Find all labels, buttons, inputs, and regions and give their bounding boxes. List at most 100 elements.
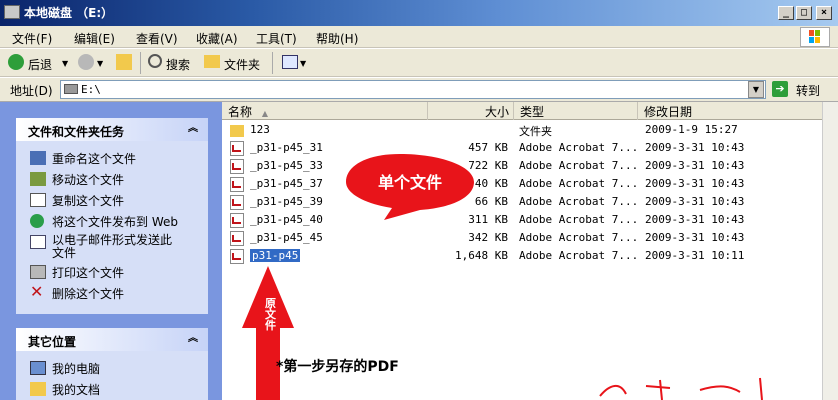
file-type: Adobe Acrobat 7...: [519, 249, 639, 262]
column-date[interactable]: 修改日期: [638, 102, 822, 120]
bubble-text: 单个文件: [378, 173, 442, 192]
menu-favorites[interactable]: 收藏(A): [196, 30, 238, 47]
pdf-file-icon: [230, 141, 244, 156]
drive-icon: [4, 5, 20, 19]
pdf-file-icon: [230, 213, 244, 228]
file-row[interactable]: _p31-p45_31 457 KB Adobe Acrobat 7... 2009-…: [222, 139, 822, 157]
file-tasks-panel: 文件和文件夹任务 ︽ 重命名这个文件 移动这个文件 复制这个文件 将这个文件发布…: [16, 118, 208, 314]
menu-help[interactable]: 帮助(H): [316, 30, 358, 47]
collapse-chevron-icon[interactable]: ︽: [186, 332, 200, 346]
file-date: 2009-1-9 15:27: [645, 123, 738, 136]
address-value: E:\: [81, 83, 101, 96]
vertical-scrollbar[interactable]: [822, 102, 838, 400]
file-name: _p31-p45_37: [250, 177, 323, 190]
place-label: 我的文档: [52, 383, 101, 397]
file-type: Adobe Acrobat 7...: [519, 177, 639, 190]
menu-bar: 文件(F) 编辑(E) 查看(V) 收藏(A) 工具(T) 帮助(H): [0, 26, 838, 48]
column-label: 名称: [228, 105, 253, 119]
task-label: 复制这个文件: [52, 194, 125, 208]
sort-ascending-icon: ▲: [261, 109, 268, 118]
task-label: 删除这个文件: [52, 287, 125, 301]
close-button[interactable]: ×: [816, 6, 832, 20]
search-button[interactable]: 搜索: [166, 56, 190, 73]
toolbar-separator: [140, 52, 141, 74]
back-button[interactable]: 后退: [28, 56, 52, 73]
other-places-header[interactable]: 其它位置 ︽: [16, 328, 208, 351]
file-tasks-header[interactable]: 文件和文件夹任务 ︽: [16, 118, 208, 141]
go-arrow-icon: ➔: [772, 81, 788, 97]
folders-button[interactable]: 文件夹: [224, 56, 260, 73]
file-row[interactable]: p31-p45 1,648 KB Adobe Acrobat 7... 2009-3-…: [222, 247, 822, 265]
file-date: 2009-3-31 10:43: [645, 159, 745, 172]
title-bar[interactable]: 本地磁盘 （E:） _ □ ×: [0, 0, 838, 26]
file-name: _p31-p45_31: [250, 141, 323, 154]
speech-bubble-annotation: 单个文件: [346, 154, 474, 220]
place-my-computer[interactable]: 我的电脑: [30, 360, 100, 377]
address-dropdown-button[interactable]: ▼: [748, 81, 764, 98]
column-name[interactable]: 名称 ▲: [222, 102, 428, 120]
file-name: _p31-p45_45: [250, 231, 323, 244]
task-pane: 文件和文件夹任务 ︽ 重命名这个文件 移动这个文件 复制这个文件 将这个文件发布…: [0, 102, 222, 400]
copy-icon: [30, 193, 46, 207]
file-row[interactable]: _p31-p45_37 40 KB Adobe Acrobat 7... 2009-3…: [222, 175, 822, 193]
windows-logo-icon: [800, 27, 830, 47]
pdf-file-icon: [230, 231, 244, 246]
task-publish-web[interactable]: 将这个文件发布到 Web: [30, 213, 178, 230]
task-move[interactable]: 移动这个文件: [30, 171, 124, 188]
globe-icon: [30, 214, 44, 228]
annotation-note: *第一步另存的PDF: [276, 359, 399, 375]
file-date: 2009-3-31 10:43: [645, 231, 745, 244]
task-label: 将这个文件发布到 Web: [52, 215, 178, 229]
file-type: Adobe Acrobat 7...: [519, 231, 639, 244]
column-type[interactable]: 类型: [514, 102, 638, 120]
printer-icon: [30, 265, 46, 279]
file-row[interactable]: 123 文件夹 2009-1-9 15:27: [222, 121, 822, 139]
column-size[interactable]: 大小: [428, 102, 514, 120]
menu-edit[interactable]: 编辑(E): [74, 30, 115, 47]
file-row[interactable]: _p31-p45_45 342 KB Adobe Acrobat 7... 2009-…: [222, 229, 822, 247]
task-delete[interactable]: ✕ 删除这个文件: [30, 282, 125, 302]
file-row[interactable]: _p31-p45_39 66 KB Adobe Acrobat 7... 2009-3…: [222, 193, 822, 211]
task-label: 移动这个文件: [52, 173, 125, 187]
task-rename[interactable]: 重命名这个文件: [30, 150, 136, 167]
file-row[interactable]: _p31-p45_40 311 KB Adobe Acrobat 7... 2009-…: [222, 211, 822, 229]
back-dropdown-icon[interactable]: ▼: [62, 59, 68, 68]
views-dropdown-icon[interactable]: ▼: [300, 59, 306, 68]
back-arrow-icon: [8, 54, 24, 70]
other-places-title: 其它位置: [28, 335, 77, 349]
file-date: 2009-3-31 10:11: [645, 249, 745, 262]
file-type: Adobe Acrobat 7...: [519, 141, 639, 154]
menu-tools[interactable]: 工具(T): [256, 30, 297, 47]
file-type: 文件夹: [519, 125, 552, 138]
collapse-chevron-icon[interactable]: ︽: [186, 122, 200, 136]
pdf-file-icon: [230, 195, 244, 210]
file-row[interactable]: _p31-p45_33 722 KB Adobe Acrobat 7... 2009-…: [222, 157, 822, 175]
task-print[interactable]: 打印这个文件: [30, 264, 124, 281]
go-button[interactable]: ➔ 转到: [772, 80, 830, 99]
file-date: 2009-3-31 10:43: [645, 195, 745, 208]
address-input[interactable]: E:\: [60, 80, 766, 99]
maximize-button[interactable]: □: [796, 6, 812, 20]
rename-icon: [30, 151, 46, 165]
menu-view[interactable]: 查看(V): [136, 30, 178, 47]
task-copy[interactable]: 复制这个文件: [30, 192, 124, 209]
menu-file[interactable]: 文件(F): [12, 30, 52, 47]
toolbar-separator: [272, 52, 273, 74]
task-label: 重命名这个文件: [52, 152, 137, 166]
task-email[interactable]: 以电子邮件形式发送此文件: [30, 234, 180, 260]
column-header: 名称 ▲ 大小 类型 修改日期: [222, 102, 822, 120]
file-name: _p31-p45_33: [250, 159, 323, 172]
forward-dropdown-icon[interactable]: ▼: [97, 59, 103, 68]
file-date: 2009-3-31 10:43: [645, 177, 745, 190]
forward-arrow-icon[interactable]: [78, 54, 94, 70]
go-label: 转到: [796, 84, 821, 98]
search-icon: [148, 54, 162, 68]
window-title: 本地磁盘 （E:）: [24, 6, 114, 20]
place-my-documents[interactable]: 我的文档: [30, 381, 100, 398]
red-arrow-annotation: 原文件: [242, 266, 294, 400]
pdf-file-icon: [230, 177, 244, 192]
minimize-button[interactable]: _: [778, 6, 794, 20]
up-folder-icon[interactable]: [116, 54, 132, 70]
file-name: p31-p45: [250, 249, 301, 262]
views-icon[interactable]: [282, 55, 298, 69]
